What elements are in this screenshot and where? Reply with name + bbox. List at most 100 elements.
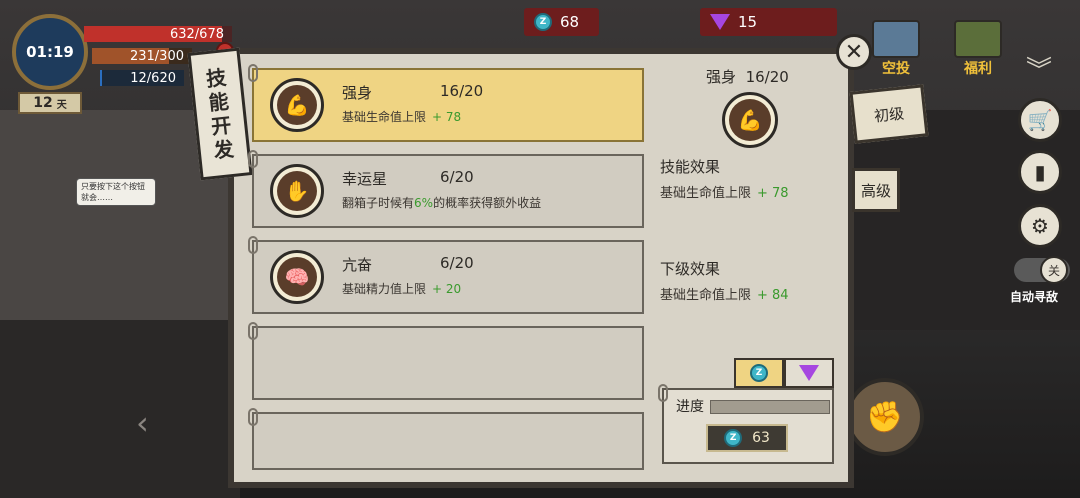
paperclip-icon [248,64,258,82]
currency-tabs: Z [734,358,834,388]
brain-icon: 🧠 [277,257,317,297]
tab-z-coin[interactable]: Z [734,358,784,388]
gem-counter: 15 [700,8,838,36]
attack-button[interactable]: ✊ [846,378,924,456]
shop-cart-button[interactable]: 🛒 [1018,98,1062,142]
hunger-bar: 231/300 [92,48,192,64]
gem-amount: 15 [738,13,758,31]
airdrop-button[interactable]: 空投 [866,20,926,78]
npc-speech-bubble: 只要按下这个按钮就会…… [76,178,156,206]
water-text: 12/620 [130,70,176,86]
hunger-text: 231/300 [129,48,184,64]
hp-text: 632/678 [169,26,224,42]
z-coin-icon: Z [750,364,768,382]
toggle-knob: 关 [1040,256,1068,284]
skill-desc-text-end: 的概率获得额外收益 [433,196,542,210]
skill-card-excited[interactable]: 🧠 亢奋 6/20 基础精力值上限 + 20 [252,240,644,314]
skill-desc-text: 基础生命值上限 [342,110,427,124]
tab-gem[interactable] [784,358,834,388]
next-level-heading: 下级效果 [660,260,721,278]
day-clock: 01:19 [12,14,88,90]
effect-text: 基础生命值上限 [660,186,752,201]
z-coin-icon: Z [724,429,743,447]
airdrop-crate-icon [872,20,920,58]
skill-desc-percent: 6% [414,196,434,210]
skill-desc: 基础精力值上限 + 20 [342,280,461,297]
skill-desc-text: 基础精力值上限 [342,282,427,296]
skill-icon-ring: 🧠 [270,250,324,304]
skill-name: 幸运星 [342,170,388,188]
close-icon: ✕ [844,39,864,65]
purple-gem-icon [799,365,819,381]
effect-heading: 技能效果 [660,158,721,176]
banner-char-2: 能 [207,89,230,116]
day-number: 12 [33,95,53,111]
water-bar-fill [100,70,102,86]
banner-char-4: 发 [212,136,235,163]
next-level-line: 基础生命值上限 + 84 [660,284,789,303]
muscle-icon: 💪 [729,99,771,141]
skill-desc: 翻箱子时候有6%的概率获得额外收益 [342,194,541,211]
skill-icon-ring: ✋ [270,164,324,218]
paperclip-icon [658,384,668,402]
cart-icon: 🛒 [1027,108,1053,132]
upgrade-button[interactable]: Z 63 [706,424,788,452]
lucky-hand-icon: ✋ [277,171,317,211]
paperclip-icon [248,322,258,340]
gear-icon: ⚙ [1031,214,1049,238]
skill-name: 强身 [342,84,373,102]
effect-bonus: + 78 [757,186,789,201]
close-button[interactable]: ✕ [836,34,872,70]
tab-advanced[interactable]: 高级 [852,168,900,212]
skill-bonus: + 78 [432,110,462,124]
settings-button[interactable]: ⚙ [1018,204,1062,248]
paperclip-icon [248,150,258,168]
auto-attack-label: 自动寻敌 [1010,290,1059,304]
hp-bar: 632/678 [84,26,232,42]
move-left-arrow-icon[interactable]: ‹ [136,404,149,442]
banner-char-3: 开 [210,112,233,139]
skill-desc-text: 翻箱子时候有 [342,196,415,210]
next-level-text: 基础生命值上限 [660,288,752,303]
progress-bar [710,400,830,414]
buildings-button[interactable]: ▮ [1018,150,1062,194]
skill-level: 16/20 [440,82,484,100]
muscle-icon: 💪 [277,85,317,125]
z-coin-icon: Z [534,13,552,31]
z-coin-counter: Z 68 [524,8,600,36]
welfare-chest-icon [954,20,1002,58]
banner-char-1: 技 [205,65,228,92]
next-level-bonus: + 84 [757,288,789,303]
buildings-icon: ▮ [1034,160,1046,184]
day-counter: 12 天 [18,92,82,114]
day-unit: 天 [56,99,67,111]
welfare-button[interactable]: 福利 [948,20,1008,78]
purple-gem-icon [710,14,730,30]
paperclip-icon [248,236,258,254]
skill-card-empty [252,412,644,470]
detail-skill-level: 16/20 [745,68,789,86]
skill-name: 亢奋 [342,256,373,274]
paperclip-icon [248,408,258,426]
room-floor [0,320,240,498]
welfare-label: 福利 [964,61,992,77]
skill-card-strong-body[interactable]: 💪 强身 16/20 基础生命值上限 + 78 [252,68,644,142]
skill-icon-ring: 💪 [270,78,324,132]
skill-bonus: + 20 [432,282,462,296]
skill-level: 6/20 [440,168,474,186]
tab-basic[interactable]: 初级 [849,84,929,144]
fist-icon: ✊ [866,399,904,435]
water-bar: 12/620 [100,70,184,86]
skill-card-empty [252,326,644,400]
detail-icon-ring: 💪 [722,92,778,148]
skill-desc: 基础生命值上限 + 78 [342,108,461,125]
upgrade-cost: 63 [752,430,770,446]
skill-card-lucky-star[interactable]: ✋ 幸运星 6/20 翻箱子时候有6%的概率获得额外收益 [252,154,644,228]
skill-level: 6/20 [440,254,474,272]
detail-skill-name: 强身 [706,68,737,86]
time-text: 01:19 [26,43,74,61]
airdrop-label: 空投 [882,61,910,77]
detail-title: 强身 16/20 [706,66,789,87]
chevron-down-icon[interactable]: ︾ [1022,54,1056,88]
effect-line: 基础生命值上限 + 78 [660,182,789,201]
